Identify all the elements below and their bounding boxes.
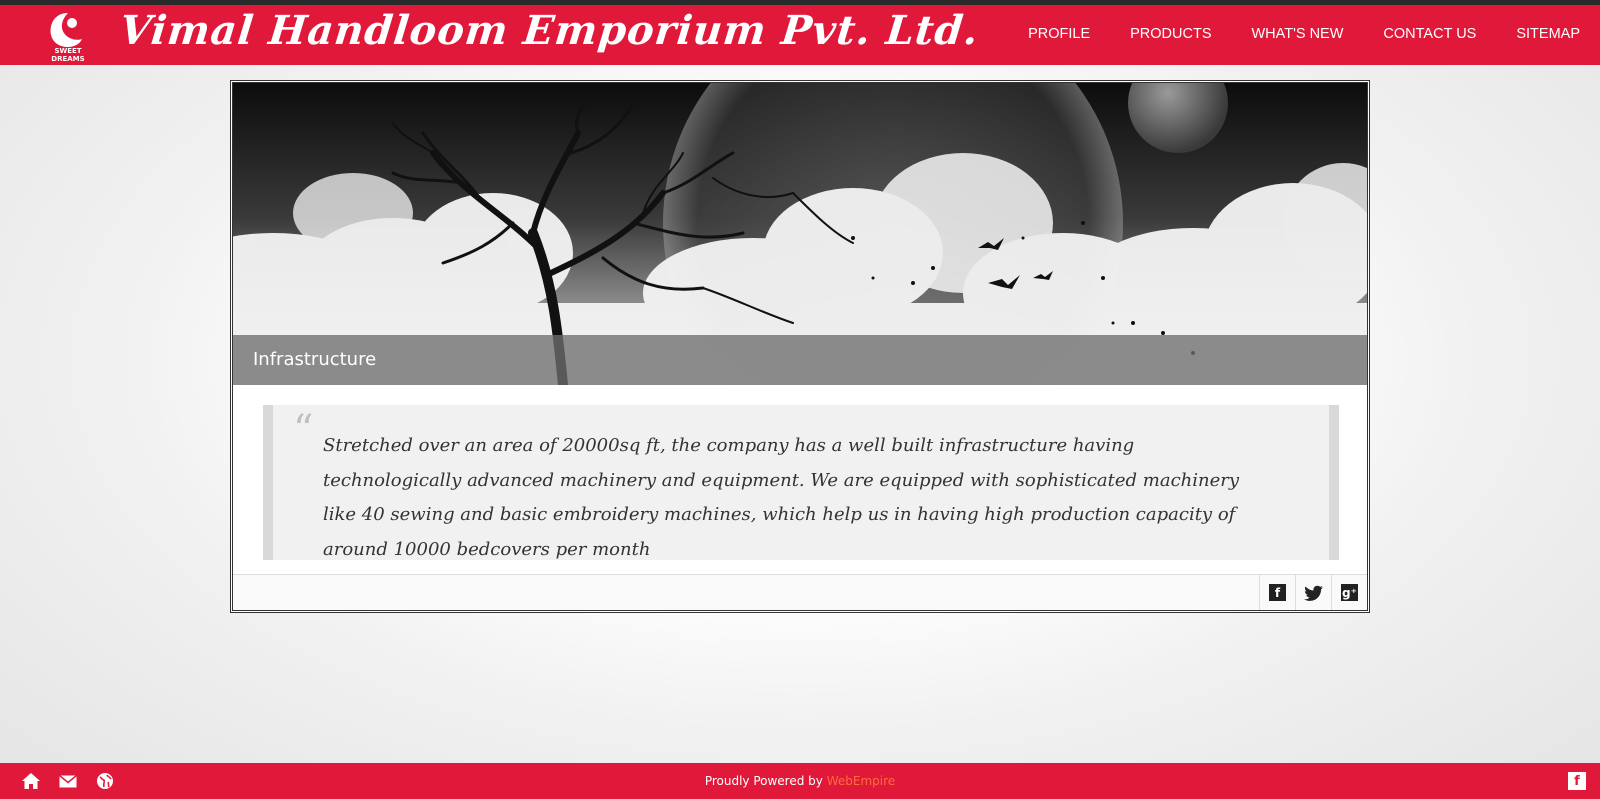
facebook-icon: f [1269,584,1286,601]
powered-prefix: Proudly Powered by [704,774,823,788]
hero-image: Infrastructure [233,83,1367,385]
footer: Proudly Powered by WebEmpire f [0,763,1600,799]
share-buttons: f g⁺ [1259,575,1367,610]
footer-facebook-icon[interactable]: f [1568,772,1586,790]
nav-profile[interactable]: PROFILE [988,5,1090,65]
sweet-dreams-logo[interactable]: SWEET DREAMS [44,9,92,63]
svg-text:DREAMS: DREAMS [51,55,84,63]
main-nav: PROFILE PRODUCTS WHAT'S NEW CONTACT US S… [988,5,1600,65]
quote-mark-icon: “ [293,407,314,453]
nav-sitemap[interactable]: SITEMAP [1476,5,1600,65]
header: SWEET DREAMS Vimal Handloom Emporium Pvt… [0,5,1600,65]
blockquote: “ Stretched over an area of 20000sq ft, … [263,405,1339,560]
google-plus-icon: g⁺ [1341,584,1358,601]
nav-products[interactable]: PRODUCTS [1090,5,1211,65]
svg-text:SWEET: SWEET [54,47,81,55]
content-card: Infrastructure “ Stretched over an area … [230,80,1370,613]
twitter-icon [1303,585,1323,601]
nav-whats-new[interactable]: WHAT'S NEW [1212,5,1344,65]
caption-title: Infrastructure [253,349,377,370]
facebook-share-button[interactable]: f [1259,575,1295,610]
google-plus-share-button[interactable]: g⁺ [1331,575,1367,610]
twitter-share-button[interactable] [1295,575,1331,610]
caption-bar: Infrastructure [233,335,1367,385]
site-title[interactable]: Vimal Handloom Emporium Pvt. Ltd. [118,7,982,54]
powered-by: Proudly Powered by WebEmpire [0,763,1600,799]
powered-brand-link[interactable]: WebEmpire [827,774,895,788]
card-footer: f g⁺ [233,574,1367,610]
nav-contact-us[interactable]: CONTACT US [1343,5,1476,65]
quote-text: Stretched over an area of 20000sq ft, th… [323,435,1240,560]
